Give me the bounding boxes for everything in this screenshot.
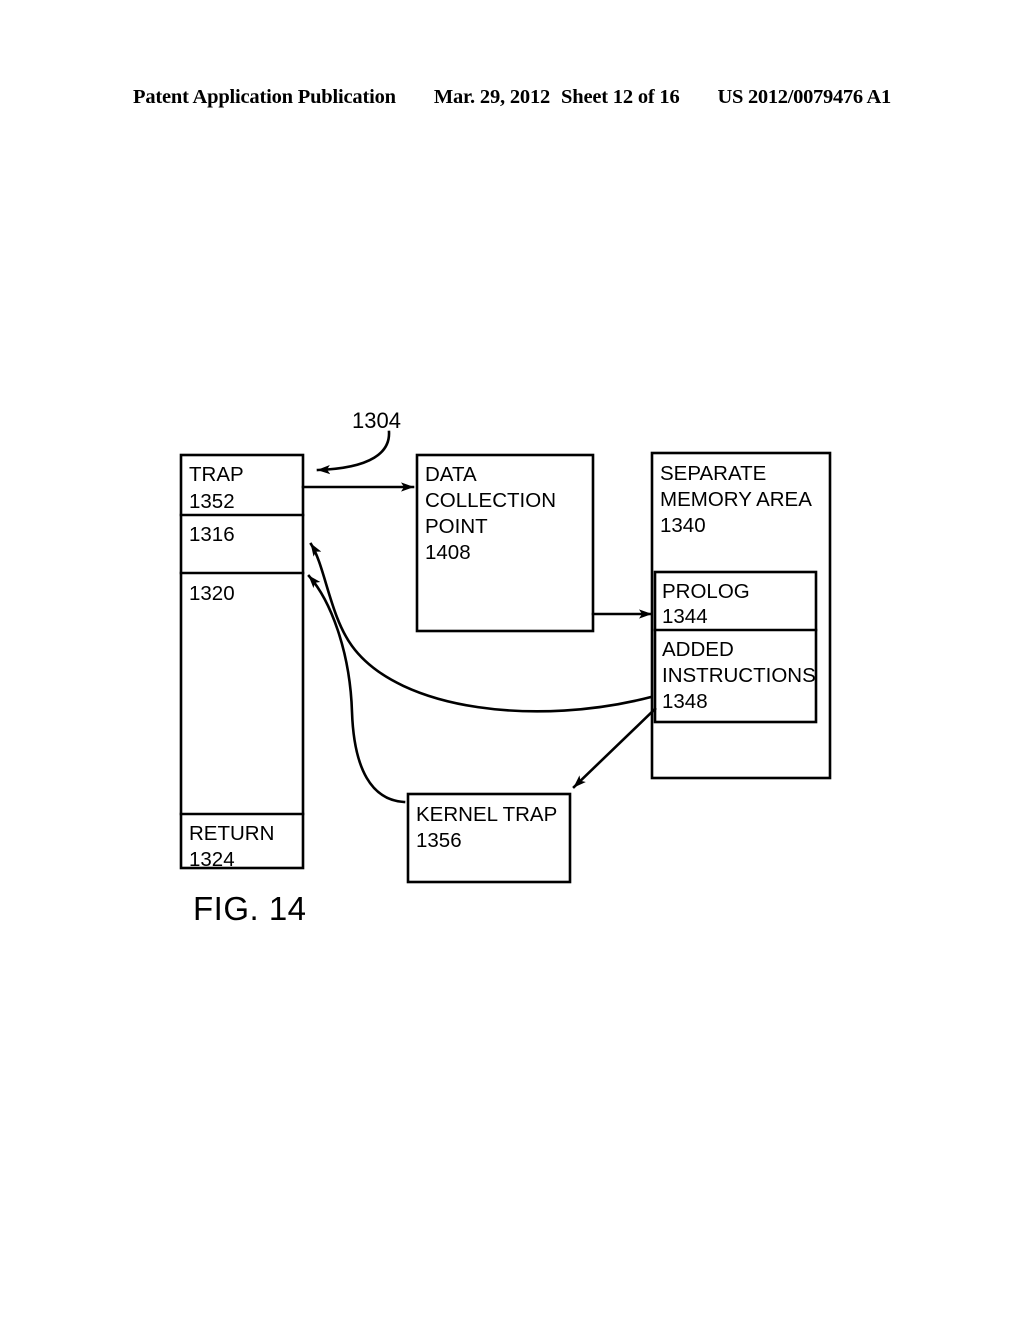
prolog-ref: 1344 bbox=[662, 605, 708, 628]
stack-segment-return-ref: 1324 bbox=[189, 848, 235, 871]
prolog-line-1: PROLOG bbox=[662, 580, 750, 603]
connector-kernel-trap-to-stack-1320 bbox=[307, 574, 406, 804]
kernel-trap-line-1: KERNEL TRAP bbox=[416, 803, 557, 826]
figure-diagram: TRAP 1352 1316 1320 RETURN 1324 DATA COL… bbox=[0, 0, 1024, 1320]
stack-segment-return-title: RETURN bbox=[189, 822, 274, 845]
separate-memory-area-ref: 1340 bbox=[660, 514, 706, 537]
added-instructions-line-2: INSTRUCTIONS bbox=[662, 664, 816, 687]
stack-segment-1320-ref: 1320 bbox=[189, 582, 235, 605]
data-collection-point-line-1: DATA bbox=[425, 463, 477, 486]
added-instructions-line-1: ADDED bbox=[662, 638, 734, 661]
stack-segment-1316-ref: 1316 bbox=[189, 523, 235, 546]
separate-memory-area-line-1: SEPARATE bbox=[660, 462, 766, 485]
kernel-trap-ref: 1356 bbox=[416, 829, 462, 852]
stack-segment-trap-ref: 1352 bbox=[189, 490, 235, 513]
stack-segment-trap-title: TRAP bbox=[189, 463, 244, 486]
call-stack-column bbox=[179, 453, 305, 870]
figure-label: FIG. 14 bbox=[193, 890, 307, 927]
data-collection-point-ref: 1408 bbox=[425, 541, 471, 564]
data-collection-point-line-3: POINT bbox=[425, 515, 488, 538]
leader-reference-1304: 1304 bbox=[352, 408, 401, 433]
data-collection-point-line-2: COLLECTION bbox=[425, 489, 556, 512]
added-instructions-ref: 1348 bbox=[662, 690, 708, 713]
patent-figure-page: Patent Application Publication Mar. 29, … bbox=[0, 0, 1024, 1320]
connector-added-instructions-to-kernel-trap bbox=[572, 707, 657, 789]
connector-leader-1304 bbox=[316, 430, 391, 475]
separate-memory-area-line-2: MEMORY AREA bbox=[660, 488, 812, 511]
